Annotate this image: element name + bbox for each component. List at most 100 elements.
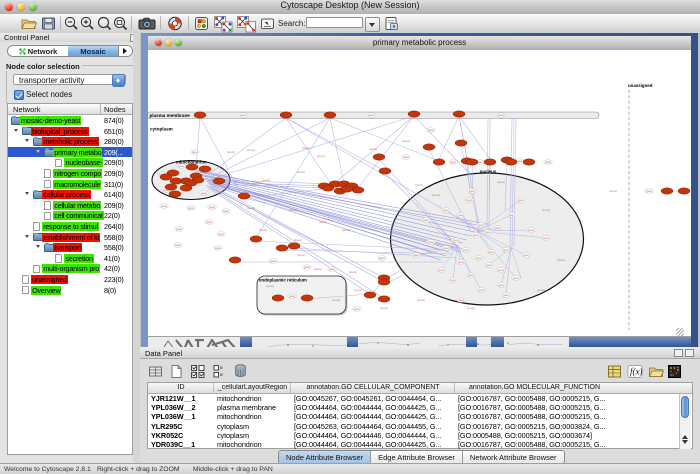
tree-row-cellular-metabo[interactable]: cellular metabo209(0) bbox=[8, 200, 132, 211]
tree-row-nitrogen-compo[interactable]: nitrogen compo209(0) bbox=[8, 168, 132, 179]
search-input[interactable] bbox=[306, 17, 363, 28]
node-color-attribute-select[interactable]: transporter activity bbox=[13, 74, 126, 85]
table-column-header[interactable]: _cellularLayoutRegion bbox=[214, 384, 291, 391]
open-folder-icon[interactable] bbox=[20, 15, 37, 32]
tree-row-response-to-stimul[interactable]: response to stimul264(0) bbox=[8, 221, 132, 232]
network-node[interactable] bbox=[523, 159, 535, 165]
tree-row-nucleobase-[interactable]: nucleobase-209(0) bbox=[8, 157, 132, 168]
close-window-button[interactable] bbox=[5, 3, 13, 11]
network-node[interactable] bbox=[301, 295, 313, 301]
tree-expander-icon[interactable] bbox=[25, 139, 29, 144]
network-node[interactable] bbox=[678, 188, 690, 194]
vizmapper-icon[interactable] bbox=[193, 15, 210, 32]
select-attributes-icon[interactable] bbox=[190, 364, 206, 379]
network-node[interactable] bbox=[194, 112, 206, 118]
attribute-table-icon[interactable] bbox=[148, 364, 163, 379]
tree-col-nodes[interactable]: Nodes bbox=[104, 105, 126, 114]
tree-expander-icon[interactable] bbox=[36, 150, 40, 155]
network-node[interactable] bbox=[199, 166, 211, 172]
network-node[interactable] bbox=[213, 178, 225, 184]
network-node[interactable] bbox=[379, 168, 391, 174]
network-node[interactable] bbox=[466, 159, 478, 165]
network-node[interactable] bbox=[484, 159, 496, 165]
tree-row-biological-process[interactable]: biological_process651(0) bbox=[8, 126, 132, 137]
annotation-icon[interactable] bbox=[259, 15, 276, 32]
network-node[interactable] bbox=[165, 184, 177, 190]
network-overlay-2-icon[interactable] bbox=[236, 15, 257, 33]
import-table-icon[interactable] bbox=[607, 364, 622, 379]
table-row[interactable]: YDR039C__1mitochondrion[GO:0044464, GO:0… bbox=[148, 440, 692, 449]
zoom-fit-icon[interactable] bbox=[96, 15, 113, 32]
tab-network[interactable]: Network bbox=[8, 46, 68, 56]
data-panel-float-icon[interactable] bbox=[685, 349, 694, 357]
zoom-in-icon[interactable] bbox=[79, 15, 96, 32]
tree-row-multi-organism-pro[interactable]: multi-organism pro42(0) bbox=[8, 263, 132, 274]
tree-row-cell-communicat[interactable]: cell communicat22(0) bbox=[8, 210, 132, 221]
delete-attribute-icon[interactable] bbox=[233, 363, 248, 379]
table-row[interactable]: YPL036W__2plasma membrane[GO:0044464, GO… bbox=[148, 403, 692, 412]
zoom-window-button[interactable] bbox=[29, 3, 37, 11]
tree-row-establishment-of-lo[interactable]: establishment of lo558(0) bbox=[8, 232, 132, 243]
tree-row-macromolecule[interactable]: macromolecule311(0) bbox=[8, 179, 132, 190]
network-node[interactable] bbox=[408, 111, 420, 117]
network-node[interactable] bbox=[352, 187, 364, 193]
tab-mosaic[interactable]: Mosaic bbox=[68, 46, 118, 56]
scroll-up-icon[interactable] bbox=[682, 432, 688, 439]
network-node[interactable] bbox=[378, 296, 390, 302]
tree-row-cellular-process[interactable]: cellular process614(0) bbox=[8, 189, 132, 200]
tree-col-network[interactable]: Network bbox=[13, 105, 41, 114]
scroll-down-icon[interactable] bbox=[682, 440, 688, 447]
network-node[interactable] bbox=[272, 295, 284, 301]
help-ring-icon[interactable] bbox=[166, 15, 184, 32]
column-divider[interactable] bbox=[213, 383, 214, 393]
network-node[interactable] bbox=[186, 164, 198, 170]
tree-row-mosaic-demo-yeast[interactable]: mosaic-demo-yeast874(0) bbox=[8, 115, 132, 126]
network-node[interactable] bbox=[288, 243, 300, 249]
table-column-header[interactable]: ID bbox=[148, 384, 214, 391]
network-node[interactable] bbox=[378, 279, 390, 285]
tree-expander-icon[interactable] bbox=[36, 245, 40, 250]
panel-splitter[interactable] bbox=[133, 33, 140, 463]
attribute-batch-icon[interactable] bbox=[212, 364, 224, 379]
tab-network-attribute-browser[interactable]: Network Attribute Browser bbox=[463, 451, 564, 463]
network-node[interactable] bbox=[453, 111, 465, 117]
network-node[interactable] bbox=[505, 159, 517, 165]
network-node[interactable] bbox=[341, 186, 353, 192]
tree-row-overview[interactable]: Overview8(0) bbox=[8, 285, 132, 296]
zoom-out-icon[interactable] bbox=[63, 15, 80, 32]
table-row[interactable]: YLR295Ccytoplasm[GO:0045263, GO:0044464,… bbox=[148, 422, 692, 431]
tree-expander-icon[interactable] bbox=[14, 129, 18, 134]
tree-expander-icon[interactable] bbox=[25, 235, 29, 240]
table-row[interactable]: YJR121W__1mitochondrion[GO:0045267, GO:0… bbox=[148, 394, 692, 403]
tree-row-secretion[interactable]: secretion41(0) bbox=[8, 253, 132, 264]
tab-edge-attribute-browser[interactable]: Edge Attribute Browser bbox=[371, 451, 463, 463]
column-divider[interactable] bbox=[454, 383, 455, 393]
data-panel-dock-icon[interactable] bbox=[674, 349, 683, 357]
formula-icon[interactable]: f(x) bbox=[627, 364, 643, 379]
window-titlebar[interactable]: Cytoscape Desktop (New Session) bbox=[0, 0, 700, 15]
network-node[interactable] bbox=[229, 257, 241, 263]
search-config-icon[interactable] bbox=[383, 15, 400, 32]
network-node[interactable] bbox=[455, 140, 467, 146]
network-node[interactable] bbox=[238, 193, 250, 199]
network-node[interactable] bbox=[180, 185, 192, 191]
network-canvas[interactable]: [gene][gene][gene][gene][gene][gene][gen… bbox=[148, 50, 691, 336]
network-node[interactable] bbox=[373, 154, 385, 160]
tab-overflow-arrow-button[interactable] bbox=[118, 46, 132, 56]
select-nodes-checkbox[interactable] bbox=[14, 90, 24, 100]
tree-expander-icon[interactable] bbox=[25, 192, 29, 197]
network-node[interactable] bbox=[433, 159, 445, 165]
snapshot-camera-icon[interactable] bbox=[137, 15, 157, 32]
import-file-icon[interactable] bbox=[648, 364, 664, 379]
column-divider[interactable] bbox=[290, 383, 291, 393]
tree-row-metabolic-process[interactable]: metabolic process280(0) bbox=[8, 136, 132, 147]
tree-row-unassigned[interactable]: unassigned223(0) bbox=[8, 274, 132, 285]
table-row[interactable]: YKR052Ccytoplasm[GO:0044464, GO:0044446,… bbox=[148, 431, 692, 440]
network-window-titlebar[interactable]: primary metabolic process bbox=[148, 36, 691, 51]
network-node[interactable] bbox=[324, 112, 336, 118]
table-column-header[interactable]: annotation.GO CELLULAR_COMPONENT bbox=[291, 384, 455, 391]
network-node[interactable] bbox=[322, 185, 334, 191]
network-node[interactable] bbox=[423, 144, 435, 150]
tree-row-primary-metabo[interactable]: primary metabo209(... bbox=[8, 147, 132, 158]
scrollbar-thumb[interactable] bbox=[681, 396, 689, 418]
